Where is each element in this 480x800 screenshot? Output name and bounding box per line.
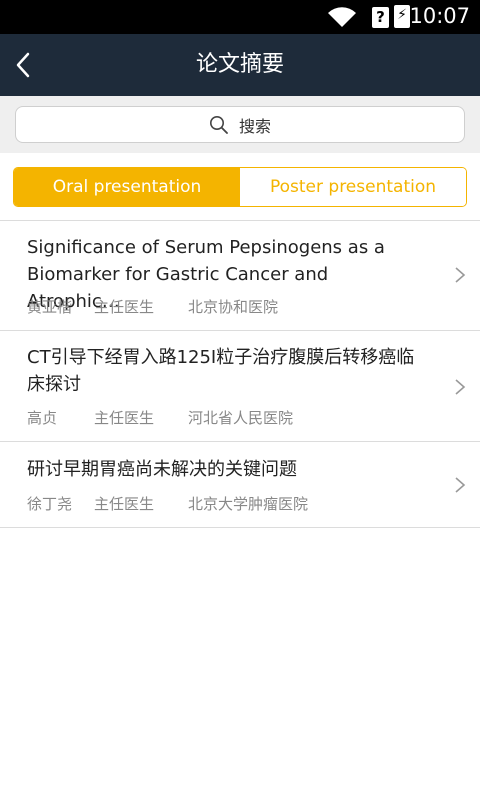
author-position: 主任医生 <box>94 298 155 316</box>
paper-title-line: CT引导下经胃入路125I粒子治疗腹膜后转移癌临 <box>27 347 415 368</box>
list-item[interactable]: 研讨早期胃癌尚未解决的关键问题 徐丁尧 主任医生 北京大学肿瘤医院 <box>0 442 480 528</box>
author-name: 黄亚楷 <box>27 298 73 316</box>
search-icon <box>209 115 228 134</box>
hospital-name: 北京大学肿瘤医院 <box>188 495 309 513</box>
paper-title: 研讨早期胃癌尚未解决的关键问题 <box>27 456 425 483</box>
chevron-right-icon <box>455 477 466 493</box>
status-bar: ? ⚡ 10:07 <box>0 0 480 34</box>
paper-meta: 徐丁尧 主任医生 北京大学肿瘤医院 <box>27 493 308 514</box>
list-item[interactable]: CT引导下经胃入路125I粒子治疗腹膜后转移癌临 床探讨 高贞 主任医生 河北省… <box>0 331 480 442</box>
chevron-left-icon[interactable] <box>8 46 44 84</box>
wifi-icon <box>328 7 356 28</box>
presentation-tabs: Oral presentation Poster presentation <box>13 167 467 207</box>
paper-list: Significance of Serum Pepsinogens as a B… <box>0 221 480 528</box>
chevron-right-icon <box>455 379 466 395</box>
hospital-name: 河北省人民医院 <box>188 409 294 427</box>
search-input[interactable]: 搜索 <box>15 106 465 143</box>
paper-meta: 黄亚楷 主任医生 北京协和医院 <box>27 296 278 317</box>
paper-title-line: 研讨早期胃癌尚未解决的关键问题 <box>27 459 297 480</box>
author-name: 高贞 <box>27 409 58 427</box>
list-item[interactable]: Significance of Serum Pepsinogens as a B… <box>0 221 480 331</box>
paper-meta: 高贞 主任医生 河北省人民医院 <box>27 407 293 428</box>
author-position: 主任医生 <box>94 495 155 513</box>
page-title: 论文摘要 <box>195 52 284 77</box>
signal-unknown-icon: ? <box>372 7 389 28</box>
status-time: 10:07 <box>409 4 470 28</box>
paper-title: CT引导下经胃入路125I粒子治疗腹膜后转移癌临 床探讨 <box>27 344 425 398</box>
tab-oral-presentation[interactable]: Oral presentation <box>14 168 240 206</box>
tab-poster-presentation[interactable]: Poster presentation <box>240 168 466 206</box>
paper-title-line: Significance of Serum Pepsinogens as a <box>27 237 385 258</box>
battery-charging-icon: ⚡ <box>394 5 410 28</box>
chevron-right-icon <box>455 267 466 283</box>
author-position: 主任医生 <box>94 409 155 427</box>
hospital-name: 北京协和医院 <box>188 298 279 316</box>
author-name: 徐丁尧 <box>27 495 73 513</box>
search-area: 搜索 <box>0 96 480 153</box>
search-label: 搜索 <box>238 116 271 136</box>
nav-bar: 论文摘要 <box>0 34 480 96</box>
paper-title-line: 床探讨 <box>27 374 81 395</box>
